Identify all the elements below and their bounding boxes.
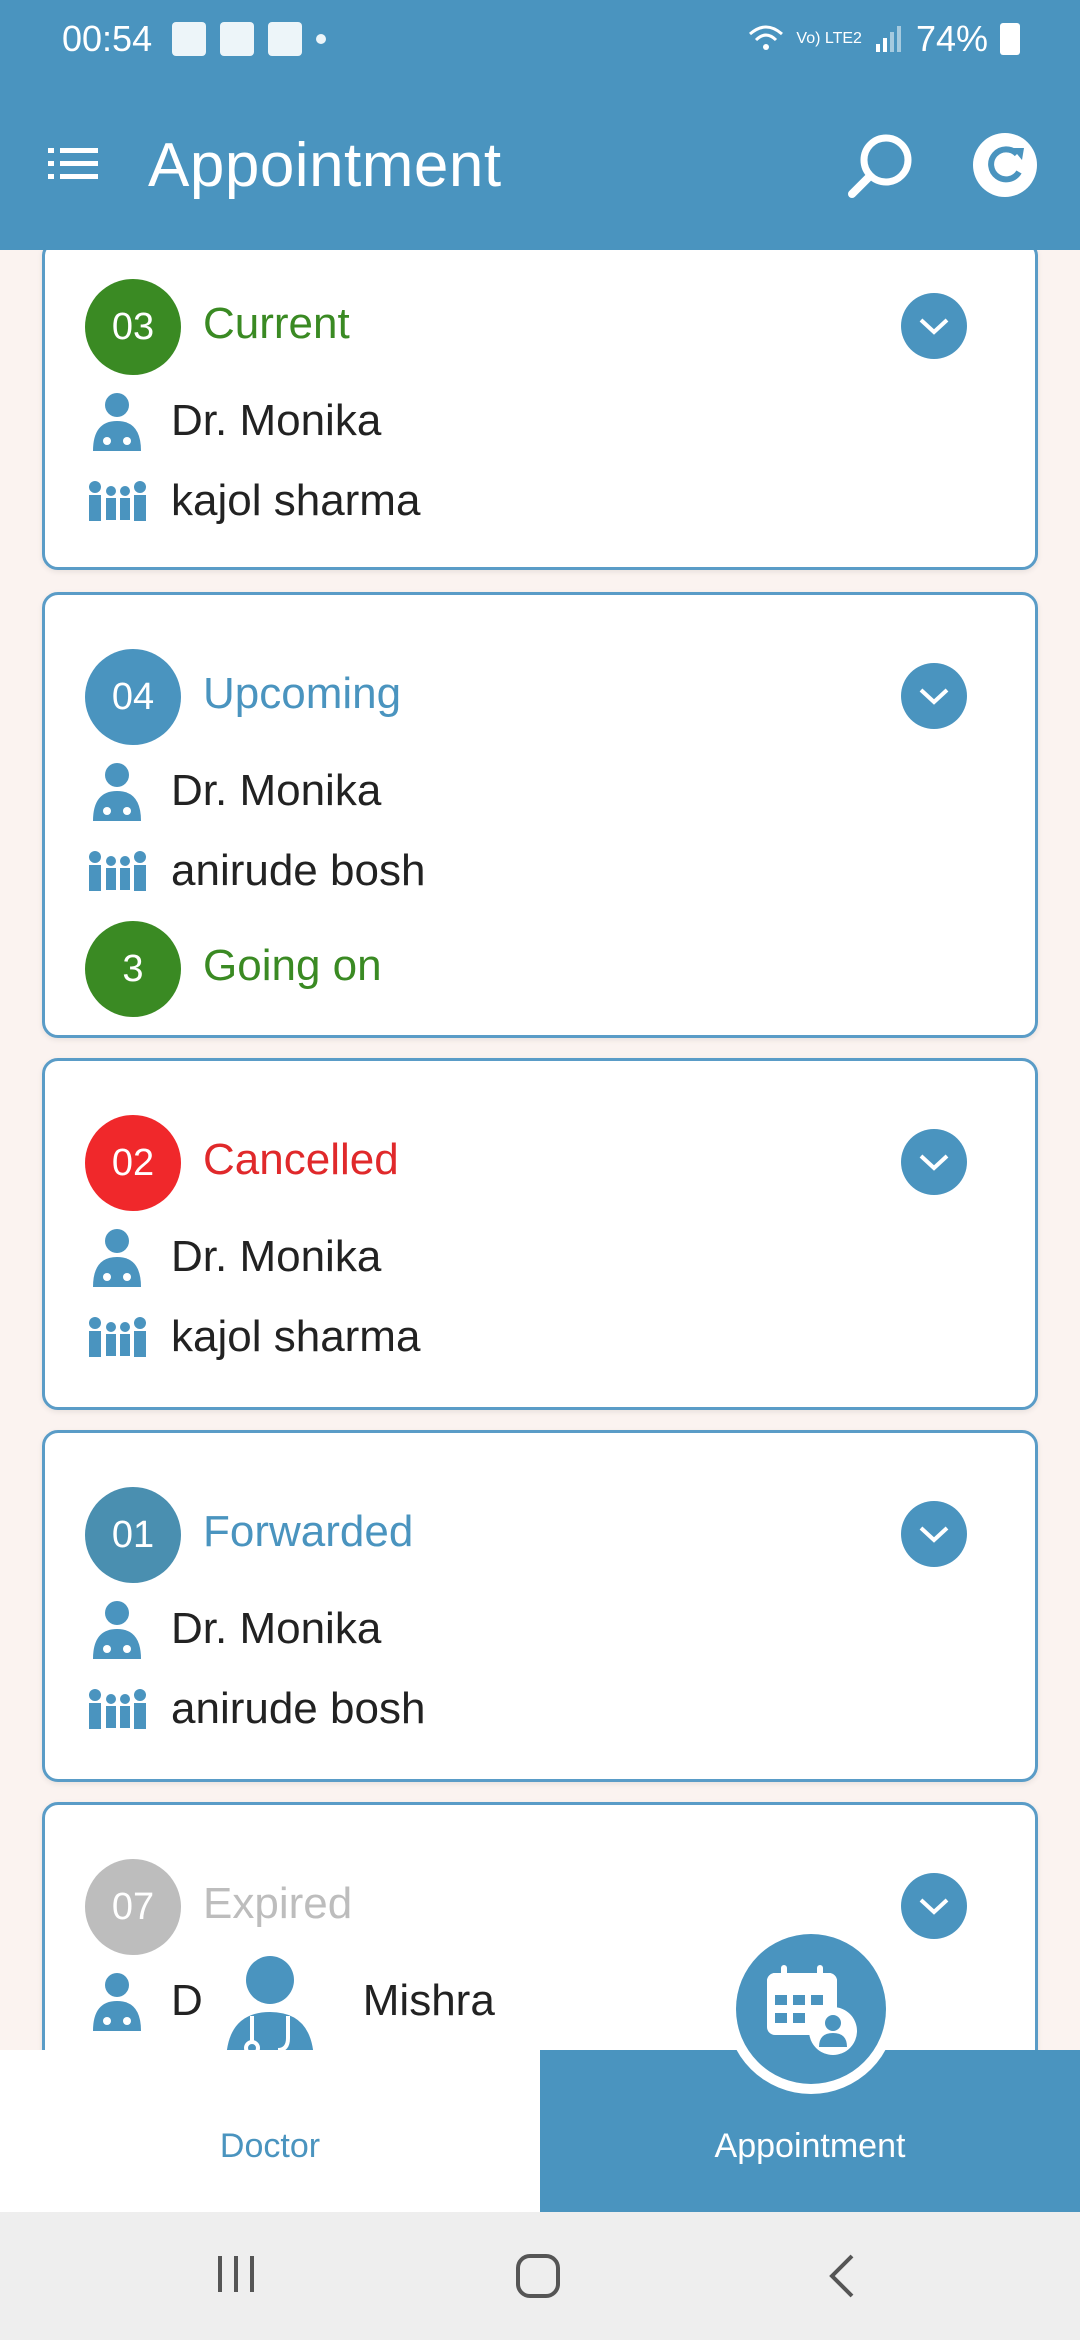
family-icon	[89, 851, 146, 891]
family-icon	[89, 481, 146, 521]
queue-position-badge: 3	[85, 921, 181, 1017]
appointment-card[interactable]: 04 Upcoming Dr. Monika anirude bosh 3 Go…	[42, 592, 1038, 1038]
family-icon	[89, 1317, 146, 1357]
doctor-row: Dr. Monika	[85, 389, 381, 453]
calendar-notification-icon	[172, 22, 206, 56]
app-notification-icon	[268, 22, 302, 56]
doctor-tab-icon[interactable]	[222, 1954, 318, 2064]
doctor-icon	[93, 1973, 141, 2031]
recent-apps-icon[interactable]	[214, 2252, 258, 2296]
refresh-icon[interactable]	[972, 132, 1038, 198]
appointment-number-badge: 01	[85, 1487, 181, 1583]
battery-icon	[1000, 23, 1020, 55]
system-navigation-bar	[0, 2212, 1080, 2340]
appointment-number-badge: 02	[85, 1115, 181, 1211]
app-bar: Appointment	[0, 80, 1080, 250]
appointment-number-badge: 07	[85, 1859, 181, 1955]
signal-icon	[875, 26, 901, 52]
patient-name: kajol sharma	[171, 1312, 421, 1361]
appointment-number-badge: 03	[85, 279, 181, 375]
expand-chevron-icon[interactable]	[901, 663, 967, 729]
gallery-notification-icon	[220, 22, 254, 56]
doctor-name: D	[171, 1976, 203, 2025]
page-title: Appointment	[148, 131, 502, 200]
menu-icon[interactable]	[48, 144, 98, 184]
doctor-name: Dr. Monika	[171, 396, 382, 445]
doctor-name: Dr. Monika	[171, 1604, 382, 1653]
patient-name: anirude bosh	[171, 1684, 426, 1733]
doctor-row: Dr. Monika	[85, 1225, 381, 1289]
doctor-name: Dr. Monika	[171, 766, 382, 815]
tab-doctor-label: Doctor	[219, 2127, 321, 2165]
battery-percent: 74%	[915, 18, 988, 59]
expand-chevron-icon[interactable]	[901, 293, 967, 359]
appointment-status: Current	[203, 299, 350, 348]
doctor-icon	[93, 393, 141, 451]
doctor-icon	[93, 763, 141, 821]
notification-icons	[172, 22, 326, 56]
appointment-status: Upcoming	[203, 669, 402, 718]
status-bar: 00:54 Vo) LTE2 74%	[0, 0, 1080, 80]
appointment-card[interactable]: 02 Cancelled Dr. Monika kajol sharma	[42, 1058, 1038, 1410]
doctor-name: Dr. Monika	[171, 1232, 382, 1281]
doctor-icon	[93, 1229, 141, 1287]
doctor-row: Dr. Monika	[85, 1597, 381, 1661]
appointment-list[interactable]: 03 Current Dr. Monika kajol sharma 04 Up…	[0, 250, 1080, 2050]
appointment-status: Forwarded	[203, 1507, 414, 1556]
family-icon	[89, 1689, 146, 1729]
appointment-card[interactable]: 03 Current Dr. Monika kajol sharma	[42, 250, 1038, 570]
appointment-number-badge: 04	[85, 649, 181, 745]
patient-row: anirude bosh	[85, 1677, 425, 1741]
patient-row: anirude bosh	[85, 839, 425, 903]
network-type: Vo) LTE2	[796, 30, 862, 47]
patient-name: anirude bosh	[171, 846, 426, 895]
doctor-row: Dr. Monika	[85, 759, 381, 823]
expand-chevron-icon[interactable]	[901, 1129, 967, 1195]
more-notifications-icon	[316, 34, 326, 44]
patient-name: kajol sharma	[171, 476, 421, 525]
expand-chevron-icon[interactable]	[901, 1501, 967, 1567]
queue-status: Going on	[203, 941, 382, 990]
calendar-patient-icon	[767, 1965, 857, 2055]
bottom-navigation: Doctor Appointment	[0, 2050, 1080, 2212]
tab-doctor[interactable]: Doctor	[0, 2050, 540, 2212]
appointment-status: Cancelled	[203, 1135, 399, 1184]
status-time: 00:54	[62, 18, 153, 59]
back-icon[interactable]	[824, 2252, 858, 2300]
tab-appointment-label: Appointment	[714, 2127, 906, 2165]
search-icon[interactable]	[846, 130, 916, 200]
appointment-status: Expired	[203, 1879, 353, 1928]
patient-row: kajol sharma	[85, 469, 420, 533]
patient-row: kajol sharma	[85, 1305, 420, 1369]
patient-name: Mishra	[362, 1976, 495, 2025]
home-icon[interactable]	[514, 2252, 562, 2300]
doctor-icon	[93, 1601, 141, 1659]
expand-chevron-icon[interactable]	[901, 1873, 967, 1939]
appointment-fab[interactable]	[726, 1924, 896, 2094]
wifi-icon	[749, 25, 784, 50]
appointment-card[interactable]: 01 Forwarded Dr. Monika anirude bosh	[42, 1430, 1038, 1782]
